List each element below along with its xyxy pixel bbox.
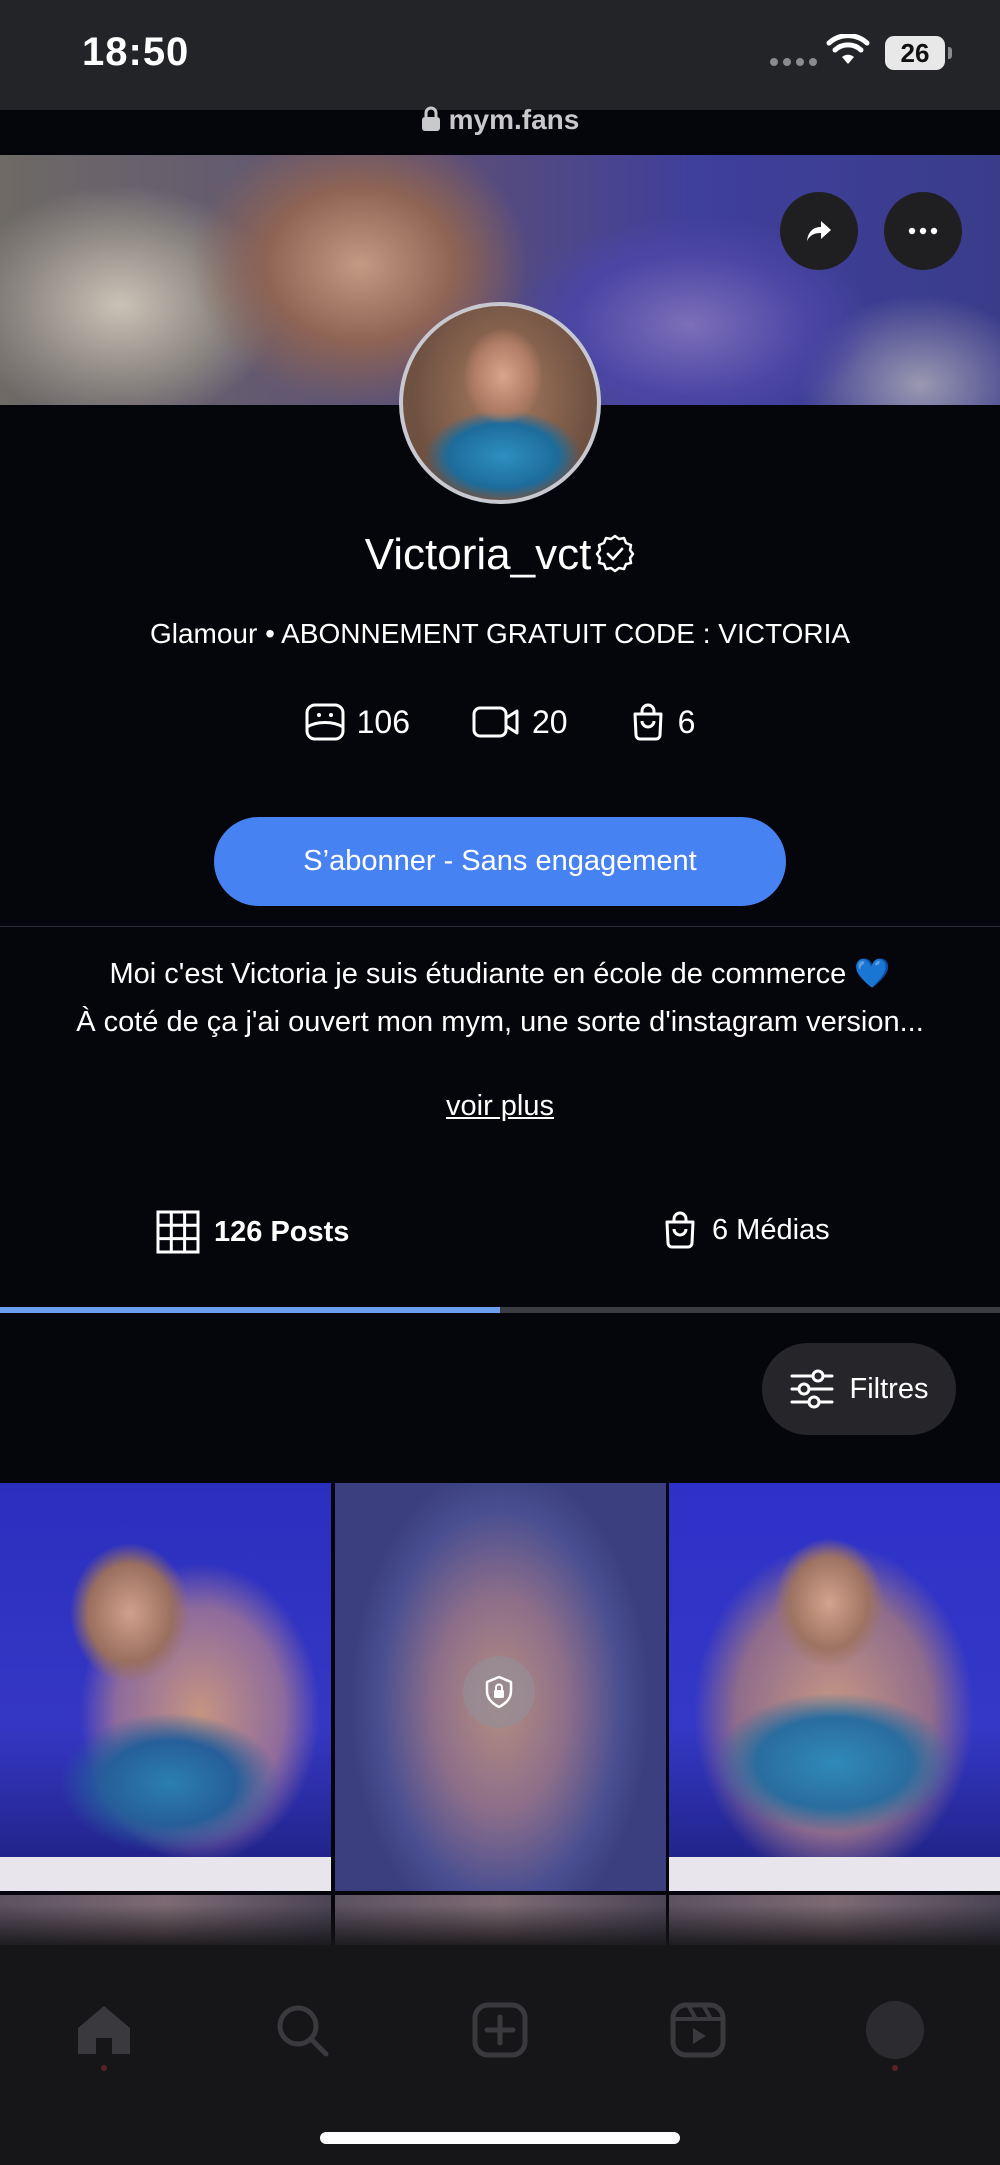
home-icon	[78, 2006, 130, 2054]
nav-search[interactable]	[267, 1995, 337, 2065]
grid-icon	[156, 1210, 200, 1254]
nav-create[interactable]	[465, 1995, 535, 2065]
thumbnail-shelf	[0, 1857, 331, 1891]
tab-medias[interactable]: 6 Médias	[662, 1210, 830, 1250]
share-button[interactable]	[780, 192, 858, 270]
share-arrow-icon	[807, 221, 831, 241]
nav-home-dot	[101, 2065, 107, 2071]
shopping-bag-icon	[633, 703, 663, 741]
address-bar[interactable]: mym.fans	[0, 104, 1000, 136]
profile-tagline: Glamour • ABONNEMENT GRATUIT CODE : VICT…	[149, 618, 851, 649]
subscribe-button[interactable]: S’abonner - Sans engagement	[214, 817, 786, 906]
stat-photos: 106	[305, 702, 410, 742]
photo-frame-icon	[305, 703, 345, 741]
tab-posts[interactable]: 126 Posts	[156, 1210, 349, 1254]
lock-shield-icon	[485, 1675, 513, 1709]
url-text: mym.fans	[448, 104, 580, 135]
stat-medias-count: 6	[677, 703, 696, 740]
blue-heart-icon: 💙	[854, 958, 891, 990]
see-more-link[interactable]: voir plus	[0, 1090, 1000, 1123]
nav-reels[interactable]	[663, 1995, 733, 2065]
locked-content-badge	[463, 1656, 535, 1728]
stat-videos-count: 20	[532, 703, 568, 740]
tab-medias-label: 6 Médias	[712, 1213, 830, 1246]
search-icon	[277, 2005, 329, 2057]
status-time: 18:50	[82, 30, 190, 74]
reels-icon	[670, 2002, 726, 2058]
bio-line-2: À coté de ça j'ai ouvert mon mym, une so…	[76, 1006, 924, 1038]
more-options-button[interactable]	[884, 192, 962, 270]
profile-name-row: Victoria_vct	[0, 530, 1000, 580]
thumbnail-shelf	[669, 1857, 1000, 1891]
post-thumbnail[interactable]	[669, 1483, 1000, 1891]
bio-line-1: Moi c'est Victoria je suis étudiante en …	[0, 950, 1000, 998]
post-thumbnail-locked[interactable]	[335, 1483, 666, 1891]
stat-photos-count: 106	[356, 703, 410, 740]
stat-medias: 6	[630, 702, 696, 742]
filters-label: Filtres	[849, 1372, 929, 1405]
username: Victoria_vct	[364, 530, 592, 579]
shopping-bag-icon	[665, 1211, 695, 1249]
lock-icon	[421, 106, 440, 131]
video-camera-icon	[472, 706, 519, 738]
profile-stats: 106 20 6	[0, 702, 1000, 742]
nav-profile-dot	[892, 2065, 898, 2071]
sliders-icon	[790, 1369, 834, 1409]
post-thumbnail[interactable]	[0, 1483, 331, 1891]
nav-fade	[0, 1905, 1000, 1945]
verified-badge-icon	[596, 534, 635, 573]
signal-dots-icon	[770, 58, 817, 66]
battery-indicator: 26	[885, 36, 952, 70]
more-dots-icon	[908, 227, 938, 235]
home-indicator	[320, 2132, 680, 2144]
profile-icon	[866, 2001, 924, 2059]
stat-videos: 20	[472, 702, 568, 742]
nav-home[interactable]	[69, 1995, 139, 2065]
divider	[0, 926, 1000, 927]
avatar[interactable]	[399, 302, 601, 504]
content-tabs: 126 Posts 6 Médias	[0, 1200, 1000, 1310]
wifi-icon	[826, 34, 870, 64]
nav-profile[interactable]	[860, 1995, 930, 2065]
profile-bio: Moi c'est Victoria je suis étudiante en …	[0, 950, 1000, 1046]
bio-text-1: Moi c'est Victoria je suis étudiante en …	[109, 958, 847, 990]
tab-active-indicator	[0, 1307, 500, 1313]
plus-square-icon	[472, 2002, 528, 2058]
tab-posts-label: 126 Posts	[214, 1215, 350, 1248]
status-bar: 18:50 26	[0, 0, 1000, 110]
filters-button[interactable]: Filtres	[762, 1343, 956, 1435]
